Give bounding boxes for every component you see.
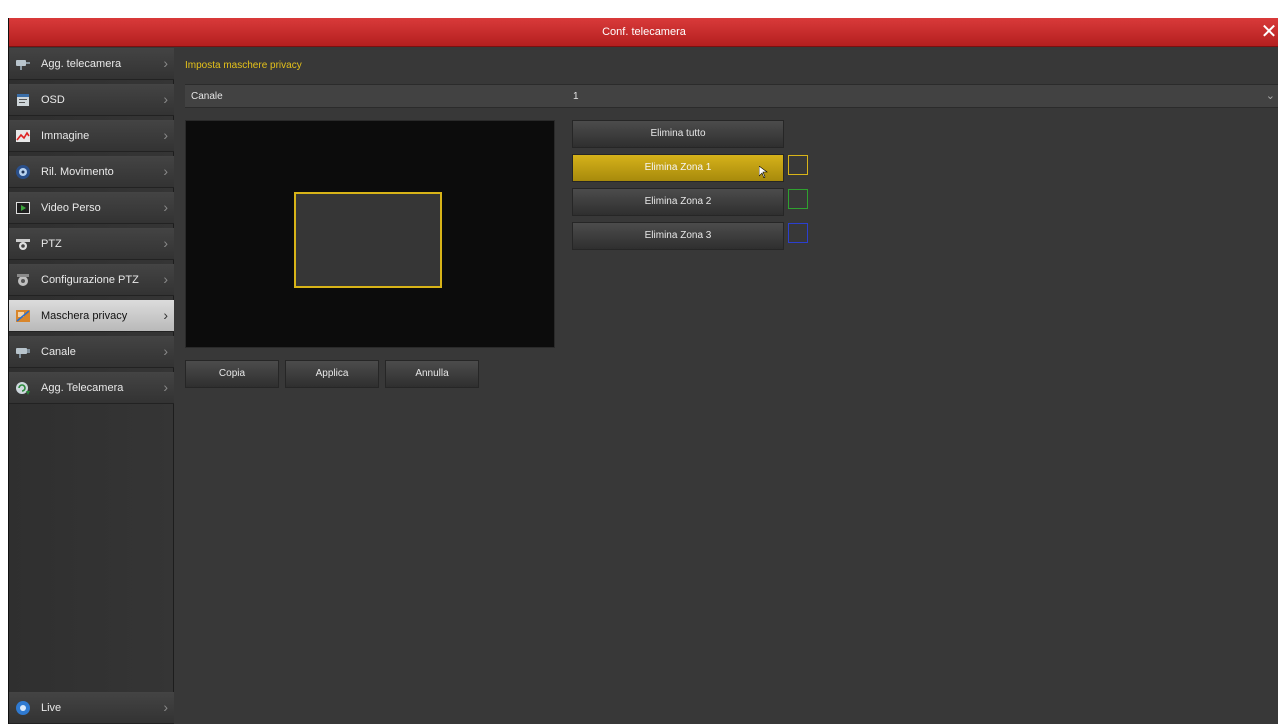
camera-add-icon <box>16 60 30 70</box>
sidebar-item-video-perso[interactable]: Video Perso › <box>9 192 174 224</box>
sidebar-item-agg-telecamera-2[interactable]: Agg. Telecamera › <box>9 372 174 404</box>
sidebar-item-configurazione-ptz[interactable]: Configurazione PTZ › <box>9 264 174 296</box>
sidebar-item-maschera-privacy[interactable]: Maschera privacy › <box>9 300 174 332</box>
copy-button[interactable]: Copia <box>185 360 279 388</box>
sidebar-item-ptz[interactable]: PTZ › <box>9 228 174 260</box>
chevron-right-icon: › <box>163 343 168 359</box>
close-icon[interactable]: ✕ <box>1259 21 1278 43</box>
sidebar-item-label: Canale <box>41 346 76 358</box>
chevron-right-icon: › <box>163 235 168 251</box>
sidebar-item-label: Maschera privacy <box>41 310 128 322</box>
channel-value: 1 <box>573 91 579 102</box>
mouse-cursor-icon <box>759 166 768 178</box>
delete-zone-1-button[interactable]: Elimina Zona 1 <box>572 154 784 182</box>
sidebar-item-label: Live <box>41 702 62 714</box>
sidebar-item-agg-telecamera[interactable]: Agg. telecamera › <box>9 48 174 80</box>
delete-zone-2-button[interactable]: Elimina Zona 2 <box>572 188 784 216</box>
cancel-button[interactable]: Annulla <box>385 360 479 388</box>
video-loss-icon <box>16 202 30 214</box>
ptz-config-icon <box>17 274 29 286</box>
sidebar-item-label: PTZ <box>41 238 62 250</box>
sidebar-item-label: Ril. Movimento <box>41 166 114 178</box>
privacy-mask-zone-1[interactable] <box>294 192 442 288</box>
sidebar-item-label: Configurazione PTZ <box>41 274 139 286</box>
sidebar-item-osd[interactable]: OSD › <box>9 84 174 116</box>
sidebar-item-label: Agg. telecamera <box>41 58 122 70</box>
sidebar-item-label: Agg. Telecamera <box>41 382 124 394</box>
section-title: Imposta maschere privacy <box>185 60 302 71</box>
chevron-right-icon: › <box>163 271 168 287</box>
channel-icon <box>16 348 30 358</box>
chevron-right-icon: › <box>163 379 168 395</box>
sidebar-item-live[interactable]: Live › <box>9 692 174 724</box>
motion-detect-icon <box>16 165 30 179</box>
camera-preview[interactable] <box>185 120 555 348</box>
zone-2-color-swatch[interactable] <box>788 189 808 209</box>
delete-zone-3-button[interactable]: Elimina Zona 3 <box>572 222 784 250</box>
sidebar-item-label: OSD <box>41 94 65 106</box>
privacy-mask-icon <box>16 310 30 322</box>
channel-label: Canale <box>191 91 223 102</box>
camera-config-window: Conf. telecamera ✕ Agg. telecamera › OSD… <box>8 18 1278 724</box>
sidebar-item-label: Immagine <box>41 130 90 142</box>
sidebar-item-ril-movimento[interactable]: Ril. Movimento › <box>9 156 174 188</box>
chevron-right-icon: › <box>163 163 168 179</box>
chevron-right-icon: › <box>163 91 168 107</box>
delete-zone-1-label: Elimina Zona 1 <box>644 162 712 173</box>
live-icon <box>16 701 30 715</box>
chevron-down-icon: ⌄ <box>1265 90 1275 102</box>
chevron-right-icon: › <box>163 127 168 143</box>
chevron-right-icon: › <box>163 699 168 715</box>
chevron-right-icon: › <box>163 55 168 71</box>
title-bar: Conf. telecamera ✕ <box>9 18 1278 47</box>
chevron-right-icon: › <box>163 307 168 323</box>
image-icon <box>16 130 30 142</box>
chevron-right-icon: › <box>163 199 168 215</box>
sidebar: Agg. telecamera › OSD › Immagine › Ril. … <box>9 48 174 724</box>
sidebar-item-canale[interactable]: Canale › <box>9 336 174 368</box>
zone-1-color-swatch[interactable] <box>788 155 808 175</box>
apply-button[interactable]: Applica <box>285 360 379 388</box>
channel-select[interactable]: 1 ⌄ <box>563 85 1278 107</box>
zone-3-color-swatch[interactable] <box>788 223 808 243</box>
sidebar-item-immagine[interactable]: Immagine › <box>9 120 174 152</box>
channel-row: Canale 1 ⌄ <box>185 84 1278 108</box>
camera-update-icon <box>16 382 30 395</box>
window-title: Conf. telecamera <box>602 26 686 38</box>
osd-icon <box>17 94 29 106</box>
delete-all-button[interactable]: Elimina tutto <box>572 120 784 148</box>
main-content: Imposta maschere privacy Canale 1 ⌄ Elim… <box>175 48 1278 724</box>
sidebar-item-label: Video Perso <box>41 202 101 214</box>
ptz-icon <box>16 239 30 250</box>
